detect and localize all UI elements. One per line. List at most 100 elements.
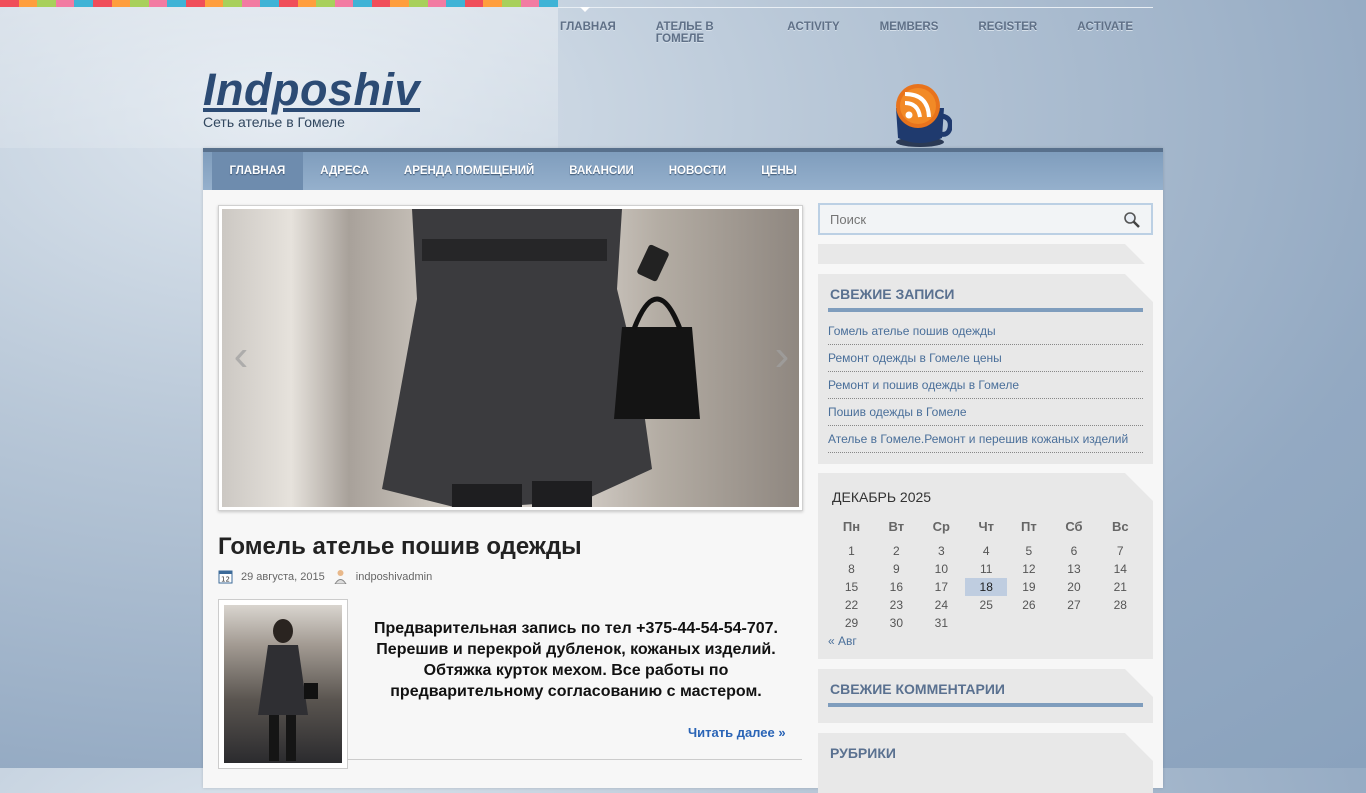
calendar-week: 15 16 17 18 19 20 21 bbox=[828, 578, 1143, 596]
mainnav-item-home[interactable]: ГЛАВНАЯ bbox=[212, 152, 303, 190]
search-input[interactable] bbox=[818, 203, 1153, 235]
stripe-segment bbox=[92, 0, 112, 7]
calendar-week: 29 30 31 bbox=[828, 614, 1143, 632]
widget-corner bbox=[1125, 733, 1153, 761]
recent-post-link[interactable]: Пошив одежды в Гомеле bbox=[828, 399, 1143, 426]
post-thumbnail[interactable] bbox=[218, 599, 348, 769]
calendar-weekday: Вс bbox=[1111, 519, 1129, 534]
topnav-item-register[interactable]: REGISTER bbox=[958, 8, 1057, 48]
calendar-day[interactable]: 11 bbox=[965, 560, 1007, 578]
calendar-day[interactable]: 9 bbox=[875, 560, 918, 578]
stripe-segment bbox=[223, 0, 242, 7]
post-meta: 12 29 августа, 2015 indposhivadmin bbox=[218, 569, 432, 584]
stripe-segment bbox=[111, 0, 131, 7]
slider-next-button[interactable]: › bbox=[764, 334, 800, 380]
calendar-icon: 12 bbox=[218, 570, 233, 584]
calendar-day[interactable]: 5 bbox=[1007, 542, 1050, 560]
recent-post-link[interactable]: Ателье в Гомеле.Ремонт и перешив кожаных… bbox=[828, 426, 1143, 453]
mainnav-item-vacancies[interactable]: ВАКАНСИИ bbox=[552, 152, 652, 190]
recent-post-link[interactable]: Ремонт и пошив одежды в Гомеле bbox=[828, 372, 1143, 399]
calendar-day[interactable]: 16 bbox=[875, 578, 918, 596]
stripe-segment bbox=[390, 0, 410, 7]
stripe-segment bbox=[334, 0, 354, 7]
calendar-day[interactable]: 28 bbox=[1098, 596, 1143, 614]
recent-post-link[interactable]: Ремонт одежды в Гомеле цены bbox=[828, 345, 1143, 372]
search-icon[interactable] bbox=[1123, 211, 1141, 229]
calendar-day[interactable]: 20 bbox=[1050, 578, 1097, 596]
calendar-day[interactable]: 17 bbox=[918, 578, 965, 596]
calendar-day[interactable]: 10 bbox=[918, 560, 965, 578]
calendar-day[interactable]: 1 bbox=[828, 542, 875, 560]
mainnav-item-prices[interactable]: ЦЕНЫ bbox=[744, 152, 815, 190]
stripe-segment bbox=[353, 0, 372, 7]
calendar-day[interactable]: 6 bbox=[1050, 542, 1097, 560]
calendar-week: 22 23 24 25 26 27 28 bbox=[828, 596, 1143, 614]
post-excerpt-container: Предварительная запись по тел +375-44-54… bbox=[351, 618, 801, 702]
categories-widget: РУБРИКИ bbox=[818, 733, 1153, 793]
calendar-day[interactable]: 22 bbox=[828, 596, 875, 614]
post-title[interactable]: Гомель ателье пошив одежды bbox=[218, 533, 582, 561]
calendar-day[interactable]: 27 bbox=[1050, 596, 1097, 614]
site-description: Сеть ателье в Гомеле bbox=[203, 114, 345, 130]
calendar-day[interactable]: 25 bbox=[965, 596, 1007, 614]
calendar-week: 1234567 bbox=[828, 542, 1143, 560]
thumbnail-image bbox=[224, 605, 342, 763]
calendar-day[interactable]: 14 bbox=[1098, 560, 1143, 578]
topnav-item-atelier-gomel[interactable]: АТЕЛЬЕ В ГОМЕЛЕ bbox=[636, 8, 767, 48]
stripe-segment bbox=[0, 0, 19, 7]
post-author[interactable]: indposhivadmin bbox=[356, 571, 432, 583]
calendar-day[interactable]: 2 bbox=[875, 542, 918, 560]
calendar-day[interactable]: 15 bbox=[828, 578, 875, 596]
topnav-item-activate[interactable]: ACTIVATE bbox=[1057, 8, 1153, 48]
calendar-table: Пн Вт Ср Чт Пт Сб Вс 1 2 3 4 5 6 7 8 9 10 11 12 13 14 15 16 17… bbox=[828, 515, 1143, 632]
calendar-day[interactable]: 7 bbox=[1098, 542, 1143, 560]
calendar-day[interactable]: 31 bbox=[918, 614, 965, 632]
mainnav-item-addresses[interactable]: АДРЕСА bbox=[303, 152, 387, 190]
post-date: 29 августа, 2015 bbox=[241, 570, 325, 583]
stripe-segment bbox=[55, 0, 75, 7]
calendar-day[interactable]: 19 bbox=[1007, 578, 1050, 596]
calendar-day[interactable]: 30 bbox=[875, 614, 918, 632]
post-excerpt: Предварительная запись по тел +375-44-54… bbox=[374, 620, 778, 700]
stripe-segment bbox=[260, 0, 279, 7]
calendar-day[interactable]: 13 bbox=[1050, 560, 1097, 578]
calendar-prev-link[interactable]: « Авг bbox=[828, 632, 1143, 650]
widget-corner bbox=[1125, 274, 1153, 302]
calendar-day[interactable]: 26 bbox=[1007, 596, 1050, 614]
calendar-day[interactable]: 29 bbox=[828, 614, 875, 632]
calendar-day[interactable]: 3 bbox=[918, 542, 965, 560]
recent-posts-widget: СВЕЖИЕ ЗАПИСИ Гомель ателье пошив одежды… bbox=[818, 274, 1153, 464]
read-more-link[interactable]: Читать далее » bbox=[688, 725, 786, 740]
stripe-segment bbox=[464, 0, 484, 7]
stripe-segment bbox=[483, 0, 503, 7]
categories-title: РУБРИКИ bbox=[830, 745, 896, 761]
main-navigation: ГЛАВНАЯ АДРЕСА АРЕНДА ПОМЕЩЕНИЙ ВАКАНСИИ… bbox=[203, 148, 1163, 190]
stripe-segment bbox=[446, 0, 465, 7]
rss-cup-icon[interactable] bbox=[888, 82, 953, 148]
calendar-day[interactable]: 21 bbox=[1098, 578, 1143, 596]
calendar-week: 8 9 10 11 12 13 14 bbox=[828, 560, 1143, 578]
slider-prev-button[interactable]: ‹ bbox=[223, 334, 259, 380]
calendar-weekday: Пн bbox=[842, 519, 861, 534]
topnav-item-home[interactable]: ГЛАВНАЯ bbox=[558, 7, 636, 48]
site-title[interactable]: Indposhiv bbox=[203, 64, 420, 116]
mainnav-item-rent[interactable]: АРЕНДА ПОМЕЩЕНИЙ bbox=[386, 152, 551, 190]
calendar-weekday: Чт bbox=[978, 519, 994, 534]
calendar-day[interactable]: 12 bbox=[1007, 560, 1050, 578]
calendar-day[interactable]: 4 bbox=[965, 542, 1007, 560]
slider-image[interactable] bbox=[222, 209, 799, 507]
stripe-segment bbox=[427, 0, 447, 7]
calendar-day[interactable]: 23 bbox=[875, 596, 918, 614]
stripe-segment bbox=[18, 0, 38, 7]
calendar-day[interactable]: 24 bbox=[918, 596, 965, 614]
topnav-item-members[interactable]: MEMBERS bbox=[860, 8, 959, 48]
mainnav-item-news[interactable]: НОВОСТИ bbox=[651, 152, 744, 190]
stripe-segment bbox=[148, 0, 168, 7]
recent-post-link[interactable]: Гомель ателье пошив одежды bbox=[828, 318, 1143, 345]
author-icon bbox=[334, 570, 347, 584]
stripe-segment bbox=[539, 0, 558, 7]
calendar-day[interactable]: 18 bbox=[965, 578, 1008, 596]
topnav-item-activity[interactable]: ACTIVITY bbox=[767, 8, 859, 48]
calendar-day[interactable]: 8 bbox=[828, 560, 875, 578]
calendar-day bbox=[1098, 614, 1143, 632]
